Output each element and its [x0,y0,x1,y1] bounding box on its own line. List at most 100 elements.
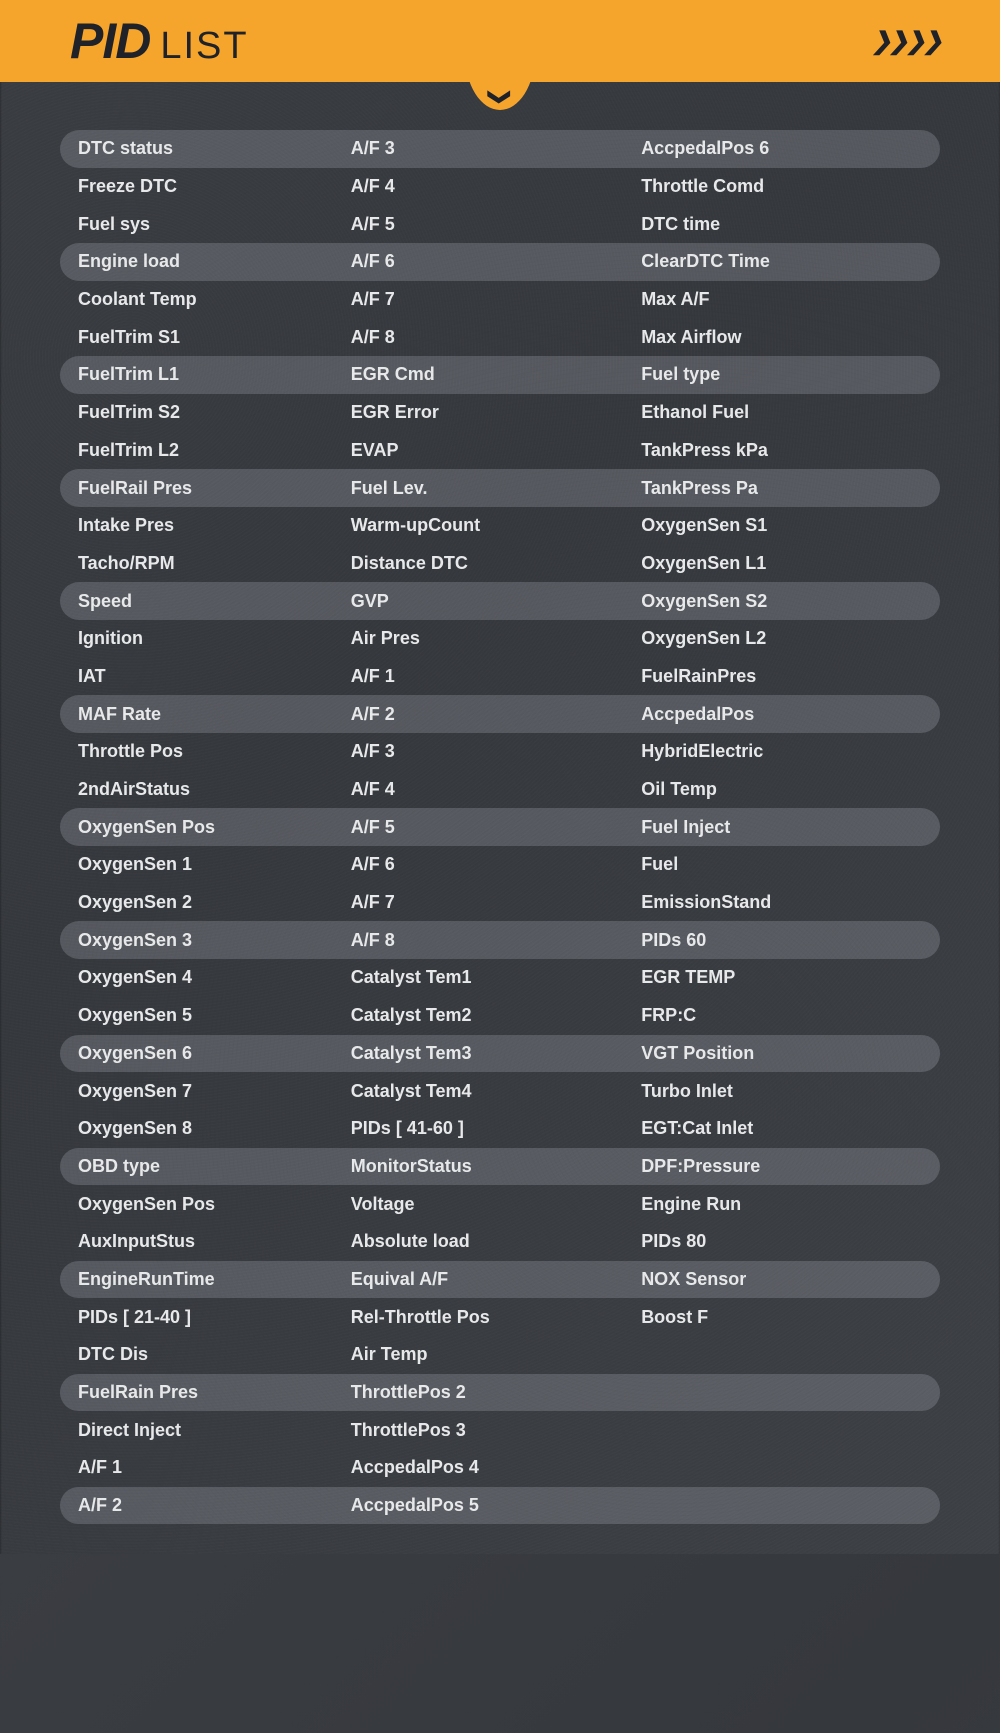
title-light: LIST [160,25,248,68]
pid-cell: A/F 3 [333,741,623,762]
pid-cell: PIDs 80 [623,1231,940,1252]
table-row: FuelTrim S1A/F 8Max Airflow [60,318,940,356]
pid-cell: Absolute load [333,1231,623,1252]
pid-cell: Catalyst Tem2 [333,1005,623,1026]
pid-cell: Fuel [623,854,940,875]
pid-cell: A/F 1 [60,1457,333,1478]
pid-cell: A/F 2 [60,1495,333,1516]
table-row: SpeedGVPOxygenSen S2 [60,582,940,620]
table-row: OxygenSen PosVoltageEngine Run [60,1185,940,1223]
pid-cell: OxygenSen 1 [60,854,333,875]
pid-cell: Rel-Throttle Pos [333,1307,623,1328]
pid-cell: A/F 5 [333,817,623,838]
table-row: FuelRail PresFuel Lev.TankPress Pa [60,469,940,507]
header: PID LIST ❯❯❯❯ ❯ [0,0,1000,82]
pid-cell: VGT Position [623,1043,940,1064]
table-row: IgnitionAir PresOxygenSen L2 [60,620,940,658]
pid-cell: Max Airflow [623,327,940,348]
table-row: FuelRain PresThrottlePos 2 [60,1374,940,1412]
pid-cell: EmissionStand [623,892,940,913]
pid-cell: Ethanol Fuel [623,402,940,423]
table-row: Engine loadA/F 6ClearDTC Time [60,243,940,281]
pid-cell: Engine Run [623,1194,940,1215]
pid-cell: Tacho/RPM [60,553,333,574]
table-row: A/F 1AccpedalPos 4 [60,1449,940,1487]
table-row: OxygenSen 3A/F 8PIDs 60 [60,921,940,959]
pid-cell: ClearDTC Time [623,251,940,272]
pid-cell: Boost F [623,1307,940,1328]
pid-cell: A/F 2 [333,704,623,725]
pid-cell: Catalyst Tem4 [333,1081,623,1102]
table-row: PIDs [ 21-40 ]Rel-Throttle PosBoost F [60,1298,940,1336]
pid-cell: AccpedalPos 6 [623,138,940,159]
pid-cell: MAF Rate [60,704,333,725]
pid-cell: Intake Pres [60,515,333,536]
table-row: Direct InjectThrottlePos 3 [60,1411,940,1449]
pid-cell: OBD type [60,1156,333,1177]
pid-cell: OxygenSen 6 [60,1043,333,1064]
pid-cell: Warm-upCount [333,515,623,536]
pid-cell: OxygenSen 8 [60,1118,333,1139]
pid-cell: OxygenSen L2 [623,628,940,649]
pid-cell: Direct Inject [60,1420,333,1441]
pid-cell: A/F 8 [333,930,623,951]
table-row: OxygenSen 8PIDs [ 41-60 ]EGT:Cat Inlet [60,1110,940,1148]
pid-cell: OxygenSen S2 [623,591,940,612]
table-row: DTC statusA/F 3AccpedalPos 6 [60,130,940,168]
pid-cell: AccpedalPos 5 [333,1495,623,1516]
pid-cell: NOX Sensor [623,1269,940,1290]
table-row: IATA/F 1FuelRainPres [60,658,940,696]
table-row: Intake PresWarm-upCountOxygenSen S1 [60,507,940,545]
pid-cell: A/F 4 [333,779,623,800]
pid-cell: ThrottlePos 2 [333,1382,623,1403]
pid-cell: FRP:C [623,1005,940,1026]
table-row: Throttle PosA/F 3HybridElectric [60,733,940,771]
table-row: Freeze DTCA/F 4Throttle Comd [60,168,940,206]
pid-cell: Voltage [333,1194,623,1215]
pid-cell: Coolant Temp [60,289,333,310]
pid-cell: FuelTrim S2 [60,402,333,423]
pid-cell: Max A/F [623,289,940,310]
pid-cell: A/F 1 [333,666,623,687]
pid-cell: 2ndAirStatus [60,779,333,800]
table-row: Tacho/RPMDistance DTCOxygenSen L1 [60,545,940,583]
pid-cell: PIDs [ 21-40 ] [60,1307,333,1328]
pid-cell: Oil Temp [623,779,940,800]
pid-cell: A/F 4 [333,176,623,197]
pid-cell: EGT:Cat Inlet [623,1118,940,1139]
pid-cell: MonitorStatus [333,1156,623,1177]
chevron-down-icon: ❯ [487,88,513,106]
pid-cell: Distance DTC [333,553,623,574]
pid-cell: Fuel Lev. [333,478,623,499]
table-row: A/F 2AccpedalPos 5 [60,1487,940,1525]
table-row: Coolant TempA/F 7Max A/F [60,281,940,319]
table-row: Fuel sysA/F 5DTC time [60,205,940,243]
pid-cell: OxygenSen Pos [60,1194,333,1215]
table-row: 2ndAirStatusA/F 4Oil Temp [60,771,940,809]
pid-cell: A/F 6 [333,854,623,875]
table-row: FuelTrim L2EVAPTankPress kPa [60,432,940,470]
pid-cell: OxygenSen L1 [623,553,940,574]
pid-cell: PIDs 60 [623,930,940,951]
pid-cell: Engine load [60,251,333,272]
pid-cell: Speed [60,591,333,612]
pid-cell: OxygenSen S1 [623,515,940,536]
table-row: FuelTrim S2EGR ErrorEthanol Fuel [60,394,940,432]
pid-cell: FuelTrim S1 [60,327,333,348]
pid-cell: Catalyst Tem3 [333,1043,623,1064]
pid-cell: PIDs [ 41-60 ] [333,1118,623,1139]
table-row: MAF RateA/F 2AccpedalPos [60,695,940,733]
pid-cell: Catalyst Tem1 [333,967,623,988]
chevron-right-icon: ❯❯❯❯ [872,27,940,56]
pid-cell: A/F 6 [333,251,623,272]
pid-cell: AuxInputStus [60,1231,333,1252]
pid-cell: DTC Dis [60,1344,333,1365]
pid-cell: OxygenSen 5 [60,1005,333,1026]
pid-list-content: DTC statusA/F 3AccpedalPos 6Freeze DTCA/… [0,130,1000,1554]
header-notch: ❯ [465,82,535,110]
pid-cell: FuelRail Pres [60,478,333,499]
pid-cell: DTC time [623,214,940,235]
pid-cell: A/F 3 [333,138,623,159]
pid-cell: OxygenSen 4 [60,967,333,988]
pid-cell: TankPress Pa [623,478,940,499]
